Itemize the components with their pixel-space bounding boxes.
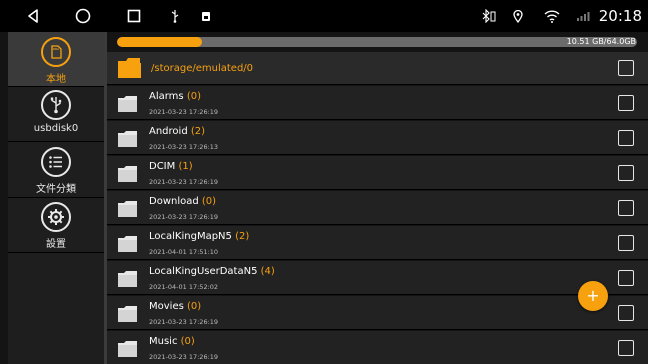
row-checkbox[interactable] bbox=[618, 130, 634, 146]
folder-icon bbox=[118, 341, 137, 357]
file-date: 2021-03-23 17:26:13 bbox=[149, 143, 219, 151]
file-date: 2021-03-23 17:26:19 bbox=[149, 213, 219, 221]
sidebar-item-settings[interactable]: 設置 bbox=[8, 198, 104, 252]
current-path: /storage/emulated/0 bbox=[151, 63, 254, 74]
folder-icon bbox=[118, 96, 137, 112]
row-checkbox[interactable] bbox=[618, 235, 634, 251]
folder-icon bbox=[118, 201, 137, 217]
file-name: DCIM (1) bbox=[149, 161, 193, 172]
file-date: 2021-03-23 17:26:19 bbox=[149, 318, 219, 326]
folder-icon bbox=[118, 131, 137, 147]
list-icon bbox=[41, 147, 71, 177]
sidebar-item-label: 本地 bbox=[46, 74, 66, 85]
status-bar: 20:18 bbox=[0, 0, 648, 32]
row-checkbox[interactable] bbox=[618, 200, 634, 216]
home-icon[interactable] bbox=[72, 0, 94, 32]
sidebar-item-local[interactable]: 本地 bbox=[8, 32, 104, 86]
file-row[interactable]: LocalKingUserDataN5 (4) 2021-04-01 17:52… bbox=[107, 261, 648, 295]
folder-icon bbox=[118, 58, 141, 78]
sidebar-item-file-categories[interactable]: 文件分類 bbox=[8, 142, 104, 197]
file-name: LocalKingMapN5 (2) bbox=[149, 231, 250, 242]
file-row[interactable]: Movies (0) 2021-03-23 17:26:19 bbox=[107, 296, 648, 330]
recents-icon[interactable] bbox=[123, 0, 145, 32]
storage-usage-bar bbox=[117, 37, 637, 47]
file-date: 2021-03-23 17:26:19 bbox=[149, 178, 219, 186]
usb-icon bbox=[41, 90, 71, 120]
file-row[interactable]: Music (0) 2021-03-23 17:26:19 bbox=[107, 331, 648, 364]
file-date: 2021-03-23 17:26:19 bbox=[149, 353, 219, 361]
sd-card-icon bbox=[41, 37, 71, 67]
location-icon bbox=[509, 0, 527, 32]
row-checkbox[interactable] bbox=[618, 340, 634, 356]
file-name: LocalKingUserDataN5 (4) bbox=[149, 266, 275, 277]
folder-icon bbox=[118, 236, 137, 252]
divider bbox=[8, 252, 104, 253]
cellular-signal-icon bbox=[573, 0, 593, 32]
file-name: Alarms (0) bbox=[149, 91, 201, 102]
folder-icon bbox=[118, 306, 137, 322]
sidebar-item-label: 文件分類 bbox=[36, 184, 76, 195]
sidebar-item-label: usbdisk0 bbox=[33, 123, 79, 134]
file-name: Movies (0) bbox=[149, 301, 202, 312]
wifi-icon bbox=[541, 0, 563, 32]
file-row[interactable]: Download (0) 2021-03-23 17:26:19 bbox=[107, 191, 648, 225]
file-name: Android (2) bbox=[149, 126, 206, 137]
row-checkbox[interactable] bbox=[618, 305, 634, 321]
storage-usage-text: 10.51 GB/64.0GB bbox=[566, 37, 636, 46]
file-list-panel: 10.51 GB/64.0GB /storage/emulated/0 Alar… bbox=[107, 32, 648, 364]
file-row[interactable]: Alarms (0) 2021-03-23 17:26:19 bbox=[107, 86, 648, 120]
file-row[interactable]: Android (2) 2021-03-23 17:26:13 bbox=[107, 121, 648, 155]
select-all-checkbox[interactable] bbox=[618, 60, 634, 76]
folder-icon bbox=[118, 166, 137, 182]
file-name: Download (0) bbox=[149, 196, 217, 207]
current-path-row[interactable]: /storage/emulated/0 bbox=[107, 52, 648, 85]
row-checkbox[interactable] bbox=[618, 165, 634, 181]
file-name: Music (0) bbox=[149, 336, 195, 347]
sidebar: 本地 usbdisk0 文件分類 設置 bbox=[8, 32, 104, 364]
storage-usage-fill bbox=[117, 37, 203, 47]
row-checkbox[interactable] bbox=[618, 95, 634, 111]
file-row[interactable]: LocalKingMapN5 (2) 2021-04-01 17:51:10 bbox=[107, 226, 648, 260]
back-icon[interactable] bbox=[22, 0, 44, 32]
file-row[interactable]: DCIM (1) 2021-03-23 17:26:19 bbox=[107, 156, 648, 190]
add-button[interactable]: + bbox=[578, 281, 608, 311]
row-checkbox[interactable] bbox=[618, 270, 634, 286]
screenshot-icon bbox=[198, 0, 214, 32]
folder-icon bbox=[118, 271, 137, 287]
file-date: 2021-03-23 17:26:19 bbox=[149, 108, 219, 116]
file-date: 2021-04-01 17:52:02 bbox=[149, 283, 219, 291]
sidebar-item-label: 設置 bbox=[46, 239, 66, 250]
gear-icon bbox=[41, 202, 71, 232]
status-time: 20:18 bbox=[598, 7, 642, 25]
bluetooth-icon bbox=[478, 0, 500, 32]
file-date: 2021-04-01 17:51:10 bbox=[149, 248, 219, 256]
sidebar-item-usbdisk0[interactable]: usbdisk0 bbox=[8, 87, 104, 141]
usb-icon bbox=[167, 0, 183, 32]
file-manager-screen: 20:18 本地 usbdisk0 文件分類 設置 10.51 GB/64.0G… bbox=[0, 0, 648, 364]
